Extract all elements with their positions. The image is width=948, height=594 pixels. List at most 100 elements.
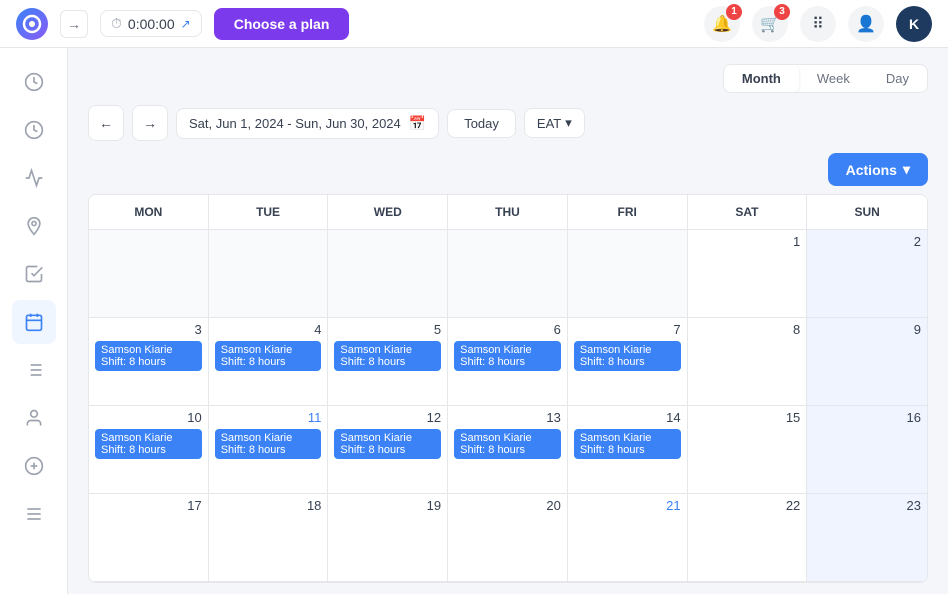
cell-jun-13[interactable]: 13 Samson KiarieShift: 8 hours	[448, 406, 568, 494]
col-sat: SAT	[688, 195, 808, 229]
event[interactable]: Samson KiarieShift: 8 hours	[334, 429, 441, 459]
actions-button[interactable]: Actions ▾	[828, 153, 928, 186]
next-button[interactable]: →	[132, 105, 168, 141]
week-2: 3 Samson KiarieShift: 8 hours 4 Samson K…	[89, 318, 927, 406]
cell-empty-4	[448, 230, 568, 318]
cell-jun-8[interactable]: 8	[688, 318, 808, 406]
cell-jun-19[interactable]: 19	[328, 494, 448, 582]
timezone-label: EAT	[537, 116, 561, 131]
toggle-week[interactable]: Week	[799, 65, 868, 92]
sidebar-item-location[interactable]	[12, 204, 56, 248]
cell-jun-4[interactable]: 4 Samson KiarieShift: 8 hours	[209, 318, 329, 406]
header-right: 🔔 1 🛒 3 ⠿ 👤 K	[704, 6, 932, 42]
cell-jun-22[interactable]: 22	[688, 494, 808, 582]
cell-jun-2[interactable]: 2	[807, 230, 927, 318]
event[interactable]: Samson KiarieShift: 8 hours	[95, 341, 202, 371]
day-number: 20	[454, 498, 561, 513]
cell-jun-16[interactable]: 16	[807, 406, 927, 494]
event[interactable]: Samson KiarieShift: 8 hours	[215, 341, 322, 371]
timer-expand-icon: ↗	[181, 17, 191, 31]
avatar[interactable]: K	[896, 6, 932, 42]
cell-jun-20[interactable]: 20	[448, 494, 568, 582]
cell-jun-6[interactable]: 6 Samson KiarieShift: 8 hours	[448, 318, 568, 406]
cell-jun-7[interactable]: 7 Samson KiarieShift: 8 hours	[568, 318, 688, 406]
cell-jun-11[interactable]: 11 Samson KiarieShift: 8 hours	[209, 406, 329, 494]
col-mon: MON	[89, 195, 209, 229]
timezone-button[interactable]: EAT ▾	[524, 108, 585, 138]
day-number: 10	[95, 410, 202, 425]
day-number: 9	[813, 322, 921, 337]
day-number: 5	[334, 322, 441, 337]
day-number: 22	[694, 498, 801, 513]
cell-empty-5	[568, 230, 688, 318]
sidebar-item-dollar[interactable]	[12, 444, 56, 488]
calendar-picker-icon[interactable]: 📅	[409, 115, 426, 132]
event[interactable]: Samson KiarieShift: 8 hours	[454, 341, 561, 371]
event[interactable]: Samson KiarieShift: 8 hours	[454, 429, 561, 459]
week-1: 1 2	[89, 230, 927, 318]
prev-button[interactable]: ←	[88, 105, 124, 141]
col-sun: SUN	[807, 195, 927, 229]
actions-chevron-icon: ▾	[903, 161, 910, 178]
day-number: 16	[813, 410, 921, 425]
cart-badge: 3	[774, 4, 790, 20]
calendar-header: MON TUE WED THU FRI SAT SUN	[89, 195, 927, 230]
notifications-button[interactable]: 🔔 1	[704, 6, 740, 42]
sidebar-item-settings[interactable]	[12, 492, 56, 536]
cell-jun-15[interactable]: 15	[688, 406, 808, 494]
sidebar-item-list[interactable]	[12, 348, 56, 392]
cell-jun-14[interactable]: 14 Samson KiarieShift: 8 hours	[568, 406, 688, 494]
sidebar-item-tasks[interactable]	[12, 252, 56, 296]
header-left: → ⏱ 0:00:00 ↗ Choose a plan	[16, 8, 349, 40]
event[interactable]: Samson KiarieShift: 8 hours	[95, 429, 202, 459]
event[interactable]: Samson KiarieShift: 8 hours	[215, 429, 322, 459]
cell-jun-18[interactable]: 18	[209, 494, 329, 582]
toggle-day[interactable]: Day	[868, 65, 927, 92]
cell-jun-10[interactable]: 10 Samson KiarieShift: 8 hours	[89, 406, 209, 494]
day-number: 17	[95, 498, 202, 513]
sidebar-item-clock[interactable]	[12, 108, 56, 152]
notifications-badge: 1	[726, 4, 742, 20]
calendar-nav: ← → Sat, Jun 1, 2024 - Sun, Jun 30, 2024…	[88, 105, 928, 141]
cell-empty-1	[89, 230, 209, 318]
calendar-nav-left: ← → Sat, Jun 1, 2024 - Sun, Jun 30, 2024…	[88, 105, 585, 141]
logo	[16, 8, 48, 40]
sidebar	[0, 48, 68, 594]
day-number: 6	[454, 322, 561, 337]
cell-jun-9[interactable]: 9	[807, 318, 927, 406]
day-number: 18	[215, 498, 322, 513]
day-number: 8	[694, 322, 801, 337]
sidebar-item-history[interactable]	[12, 60, 56, 104]
collapse-button[interactable]: →	[60, 10, 88, 38]
cell-jun-1[interactable]: 1	[688, 230, 808, 318]
date-range-text: Sat, Jun 1, 2024 - Sun, Jun 30, 2024	[189, 116, 401, 131]
header: → ⏱ 0:00:00 ↗ Choose a plan 🔔 1 🛒 3 ⠿ 👤 …	[0, 0, 948, 48]
content: Month Week Day ← → Sat, Jun 1, 2024 - Su…	[68, 48, 948, 594]
event[interactable]: Samson KiarieShift: 8 hours	[574, 429, 681, 459]
week-4: 17 18 19 20 21 22 23	[89, 494, 927, 582]
chevron-down-icon: ▾	[565, 115, 572, 131]
toggle-month[interactable]: Month	[724, 65, 799, 92]
sidebar-item-chart[interactable]	[12, 156, 56, 200]
cell-jun-3[interactable]: 3 Samson KiarieShift: 8 hours	[89, 318, 209, 406]
cell-jun-23[interactable]: 23	[807, 494, 927, 582]
cell-empty-3	[328, 230, 448, 318]
col-tue: TUE	[209, 195, 329, 229]
cell-jun-21[interactable]: 21	[568, 494, 688, 582]
sidebar-item-calendar[interactable]	[12, 300, 56, 344]
user-button[interactable]: 👤	[848, 6, 884, 42]
apps-button[interactable]: ⠿	[800, 6, 836, 42]
event[interactable]: Samson KiarieShift: 8 hours	[334, 341, 441, 371]
cell-jun-12[interactable]: 12 Samson KiarieShift: 8 hours	[328, 406, 448, 494]
day-number: 7	[574, 322, 681, 337]
view-toggle: Month Week Day	[88, 64, 928, 93]
cell-jun-17[interactable]: 17	[89, 494, 209, 582]
timer-icon: ⏱	[111, 15, 122, 32]
choose-plan-button[interactable]: Choose a plan	[214, 8, 350, 40]
event[interactable]: Samson KiarieShift: 8 hours	[574, 341, 681, 371]
today-button[interactable]: Today	[447, 109, 516, 138]
cart-button[interactable]: 🛒 3	[752, 6, 788, 42]
cell-empty-2	[209, 230, 329, 318]
sidebar-item-person[interactable]	[12, 396, 56, 440]
cell-jun-5[interactable]: 5 Samson KiarieShift: 8 hours	[328, 318, 448, 406]
